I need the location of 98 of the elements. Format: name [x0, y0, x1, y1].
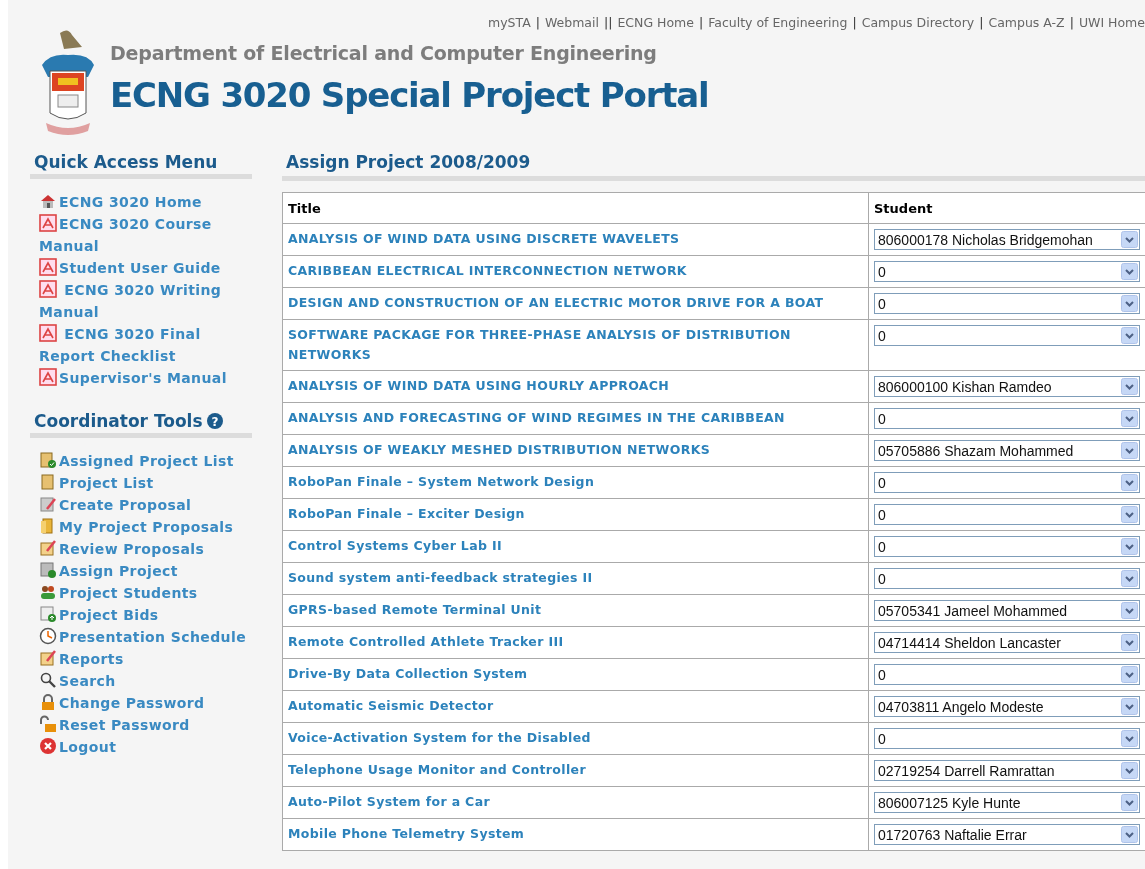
- student-select[interactable]: 806007125 Kyle Hunte: [874, 792, 1140, 813]
- column-header: Student: [868, 192, 1145, 224]
- caret-icon: [1121, 378, 1138, 395]
- sidebar-link[interactable]: ECNG 3020 Course Manual: [39, 213, 252, 257]
- student-select[interactable]: 0: [874, 408, 1140, 429]
- sidebar-link[interactable]: Supervisor's Manual: [39, 367, 252, 389]
- caret-icon: [1121, 698, 1138, 715]
- pdf-icon: [39, 324, 57, 342]
- sidebar-link[interactable]: Student User Guide: [39, 257, 252, 279]
- caret-icon: [1121, 666, 1138, 683]
- caret-icon: [1121, 442, 1138, 459]
- caret-icon: [1121, 327, 1138, 344]
- department-name: Department of Electrical and Computer Engineering: [110, 42, 658, 64]
- student-select[interactable]: 806000178 Nicholas Bridgemohan: [874, 229, 1140, 250]
- link-separator: ||: [603, 15, 613, 30]
- lock-icon: [39, 693, 57, 711]
- help-icon[interactable]: ?: [206, 413, 223, 429]
- caret-icon: [1121, 410, 1138, 427]
- pdf-icon: [39, 280, 57, 298]
- student-select[interactable]: 05705341 Jameel Mohammed: [874, 600, 1140, 621]
- student-select[interactable]: 0: [874, 504, 1140, 525]
- sidebar-link[interactable]: Project Students: [39, 582, 252, 604]
- caret-icon: [1121, 730, 1138, 747]
- caret-icon: [1121, 794, 1138, 811]
- pdf-icon: [39, 368, 57, 386]
- sidebar-link[interactable]: My Project Proposals: [39, 516, 252, 538]
- student-select[interactable]: 02719254 Darrell Ramrattan: [874, 760, 1140, 781]
- sidebar-link[interactable]: Reset Password: [39, 714, 252, 736]
- student-select[interactable]: 0: [874, 568, 1140, 589]
- student-select[interactable]: 04703811 Angelo Modeste: [874, 696, 1140, 717]
- pdf-icon: [39, 214, 57, 232]
- note-pencil-icon: [39, 649, 57, 667]
- top-link[interactable]: UWI Home: [1078, 15, 1145, 30]
- top-link[interactable]: Campus A-Z: [988, 15, 1065, 30]
- student-select[interactable]: 0: [874, 325, 1140, 346]
- sidebar-link[interactable]: Project List: [39, 472, 252, 494]
- student-select[interactable]: 0: [874, 261, 1140, 282]
- student-select[interactable]: 0: [874, 664, 1140, 685]
- unlock-icon: [39, 715, 57, 733]
- page-check-icon: [39, 561, 57, 579]
- sidebar-link[interactable]: Assigned Project List: [39, 450, 252, 472]
- student-select[interactable]: 0: [874, 472, 1140, 493]
- sidebar-link[interactable]: Change Password: [39, 692, 252, 714]
- student-select[interactable]: 0: [874, 728, 1140, 749]
- sidebar-link[interactable]: Review Proposals: [39, 538, 252, 560]
- caret-icon: [1121, 634, 1138, 651]
- page-heading: Assign Project 2008/2009: [282, 148, 1145, 181]
- student-select[interactable]: 0: [874, 293, 1140, 314]
- link-separator: |: [535, 15, 540, 30]
- search-icon: [39, 671, 57, 689]
- clipboard-icon: [39, 473, 57, 491]
- sidebar-link[interactable]: ECNG 3020 Home: [39, 191, 252, 213]
- close-circle-icon: [39, 737, 57, 755]
- sidebar-link[interactable]: ECNG 3020 Writing Manual: [39, 279, 252, 323]
- page-pencil-icon: [39, 495, 57, 513]
- top-link[interactable]: Faculty of Engineering: [708, 15, 848, 30]
- top-link[interactable]: ECNG Home: [617, 15, 694, 30]
- clock-icon: [39, 627, 57, 645]
- top-link[interactable]: Webmail: [544, 15, 599, 30]
- link-separator: |: [1069, 15, 1074, 30]
- top-link[interactable]: Campus Directory: [861, 15, 975, 30]
- caret-icon: [1121, 602, 1138, 619]
- sidebar-link[interactable]: Logout: [39, 736, 252, 758]
- caret-icon: [1121, 295, 1138, 312]
- section-heading-text: Quick Access Menu: [34, 152, 218, 172]
- caret-icon: [1121, 474, 1138, 491]
- caret-icon: [1121, 263, 1138, 280]
- note-pencil-icon: [39, 539, 57, 557]
- caret-icon: [1121, 538, 1138, 555]
- sidebar-link[interactable]: ECNG 3020 Final Report Checklist: [39, 323, 252, 367]
- link-separator: |: [698, 15, 704, 30]
- sidebar-link[interactable]: Project Bids: [39, 604, 252, 626]
- pdf-icon: [39, 258, 57, 276]
- clipboard-check-icon: [39, 451, 57, 469]
- student-select[interactable]: 01720763 Naftalie Errar: [874, 824, 1140, 845]
- link-separator: |: [852, 15, 857, 30]
- sidebar-link[interactable]: Search: [39, 670, 252, 692]
- student-select[interactable]: 0: [874, 536, 1140, 557]
- portal-title: ECNG 3020 Special Project Portal: [110, 75, 709, 115]
- student-select[interactable]: 04714414 Sheldon Lancaster: [874, 632, 1140, 653]
- student-select[interactable]: 05705886 Shazam Mohammed: [874, 440, 1140, 461]
- top-link[interactable]: mySTA: [487, 15, 531, 30]
- sidebar-link[interactable]: Create Proposal: [39, 494, 252, 516]
- caret-icon: [1121, 762, 1138, 779]
- page-upload-icon: [39, 605, 57, 623]
- caret-icon: [1121, 506, 1138, 523]
- sidebar-link[interactable]: Reports: [39, 648, 252, 670]
- caret-icon: [1121, 570, 1138, 587]
- caret-icon: [1121, 826, 1138, 843]
- sidebar-link[interactable]: Presentation Schedule: [39, 626, 252, 648]
- section-heading-text: Coordinator Tools: [34, 411, 203, 431]
- house-icon: [39, 192, 57, 210]
- people-icon: [39, 583, 57, 601]
- sidebar-link[interactable]: Assign Project: [39, 560, 252, 582]
- column-header: Title: [282, 192, 869, 224]
- caret-icon: [1121, 231, 1138, 248]
- student-select[interactable]: 806000100 Kishan Ramdeo: [874, 376, 1140, 397]
- link-separator: |: [979, 15, 984, 30]
